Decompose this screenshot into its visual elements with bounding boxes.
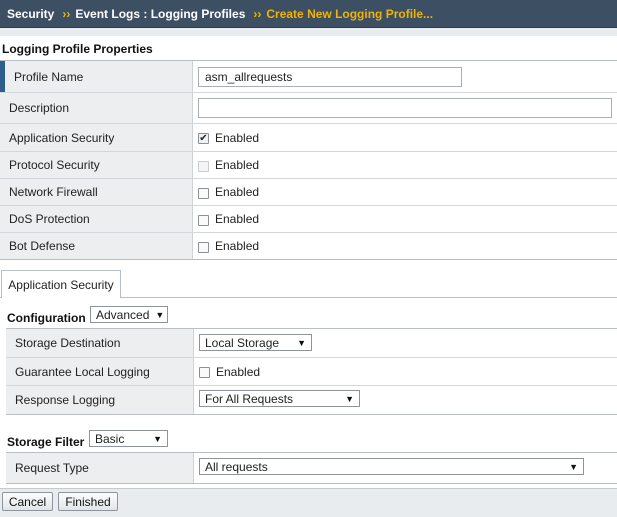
configuration-select[interactable]: Advanced ▼ [90, 306, 168, 323]
section-title: Logging Profile Properties [2, 42, 153, 56]
description-label: Description [0, 93, 193, 123]
configuration-label: Configuration [7, 311, 86, 325]
protocol-security-checkbox [198, 160, 209, 172]
breadcrumb-current-page: Create New Logging Profile... [266, 6, 434, 21]
module-row-application-security: Application Security ✔ Enabled [0, 124, 617, 152]
dropdown-arrow-icon: ▼ [345, 393, 354, 404]
storage-destination-select[interactable]: Local Storage ▼ [199, 334, 312, 351]
module-row-bot-defense: Bot Defense Enabled [0, 233, 617, 260]
checkbox-label: Enabled [215, 239, 260, 253]
dropdown-arrow-icon: ▼ [153, 433, 162, 444]
checkmark-icon: ✔ [199, 132, 208, 144]
module-row-network-firewall: Network Firewall Enabled [0, 179, 617, 206]
request-type-label: Request Type [6, 453, 194, 483]
tab-application-security[interactable]: Application Security [1, 270, 121, 299]
description-row: Description [0, 93, 617, 124]
request-type-value: All requests [205, 459, 268, 474]
request-type-select[interactable]: All requests ▼ [199, 458, 584, 475]
response-logging-value: For All Requests [205, 391, 294, 406]
storage-destination-value: Local Storage [205, 335, 280, 350]
module-row-dos-protection: DoS Protection Enabled [0, 206, 617, 233]
checkbox-label: Enabled [215, 158, 260, 172]
guarantee-local-logging-label: Guarantee Local Logging [6, 358, 194, 385]
header-divider [0, 28, 617, 36]
breadcrumb-separator: ›› [253, 6, 262, 21]
storage-filter-select[interactable]: Basic ▼ [89, 430, 168, 447]
breadcrumb-logging-profiles[interactable]: Event Logs : Logging Profiles [75, 7, 245, 21]
module-label: Network Firewall [0, 179, 193, 205]
module-label: Protocol Security [0, 152, 193, 178]
cancel-button[interactable]: Cancel [2, 492, 53, 511]
checkbox-label: Enabled [215, 130, 260, 145]
module-tabs: Application Security [0, 270, 617, 299]
checkbox-label: Enabled [215, 212, 260, 226]
module-label: DoS Protection [0, 206, 193, 232]
storage-destination-label: Storage Destination [6, 329, 194, 357]
profile-name-input[interactable] [198, 66, 462, 87]
properties-table: Profile Name Description Application Sec… [0, 60, 617, 260]
dropdown-arrow-icon: ▼ [569, 461, 578, 472]
storage-filter-label: Storage Filter [7, 435, 85, 449]
checkbox-label: Enabled [215, 185, 260, 199]
dropdown-arrow-icon: ▼ [155, 309, 165, 320]
profile-name-row: Profile Name [0, 61, 617, 93]
guarantee-local-logging-checkbox[interactable] [199, 367, 210, 378]
description-input[interactable] [198, 98, 612, 118]
profile-name-label: Profile Name [0, 61, 193, 92]
response-logging-label: Response Logging [6, 386, 194, 414]
guarantee-local-logging-row: Guarantee Local Logging Enabled [6, 358, 617, 386]
dos-protection-checkbox[interactable] [198, 214, 209, 226]
module-label: Application Security [0, 124, 193, 151]
breadcrumb-security[interactable]: Security [7, 7, 54, 21]
module-row-protocol-security: Protocol Security Enabled [0, 152, 617, 179]
breadcrumb-separator: ›› [62, 6, 71, 21]
bot-defense-checkbox[interactable] [198, 241, 209, 253]
application-security-checkbox[interactable]: ✔ [198, 133, 209, 144]
storage-filter-value: Basic [95, 431, 125, 446]
network-firewall-checkbox[interactable] [198, 187, 209, 199]
checkbox-label: Enabled [216, 364, 261, 379]
finished-button[interactable]: Finished [58, 492, 118, 511]
module-label: Bot Defense [0, 233, 193, 259]
response-logging-select[interactable]: For All Requests ▼ [199, 390, 360, 407]
configuration-value: Advanced [96, 307, 150, 322]
dropdown-arrow-icon: ▼ [297, 337, 306, 348]
breadcrumb: Security ›› Event Logs : Logging Profile… [0, 0, 617, 28]
